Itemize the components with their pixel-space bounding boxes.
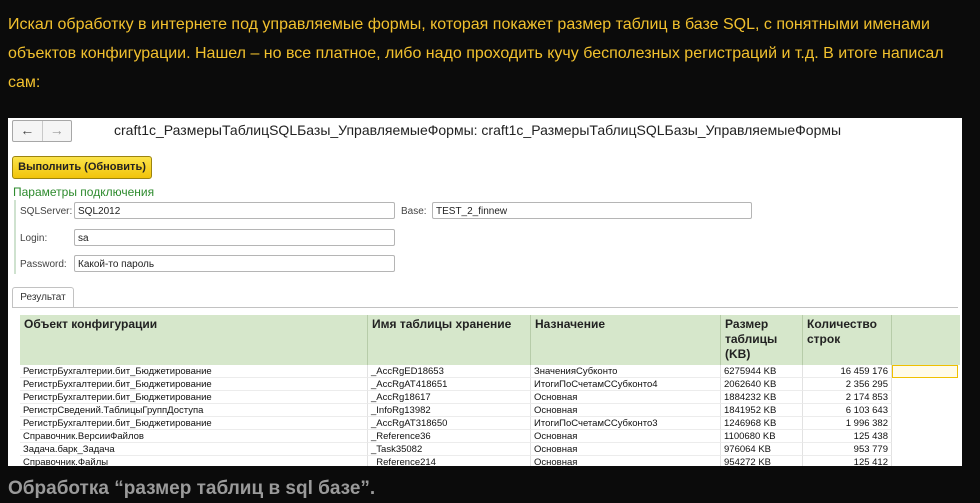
- back-arrow-icon[interactable]: ←: [13, 121, 42, 141]
- cell-object: РегистрБухгалтерии.бит_Бюджетирование: [20, 417, 368, 430]
- cell-rows: 125 438: [803, 430, 892, 443]
- cell-rows: 125 412: [803, 456, 892, 466]
- table-row[interactable]: РегистрБухгалтерии.бит_Бюджетирование _A…: [20, 417, 960, 430]
- cell-table-name: _Reference36: [368, 430, 531, 443]
- connection-group-title: Параметры подключения: [13, 185, 155, 199]
- navigation-buttons: ← →: [12, 120, 72, 142]
- article-paragraph: Искал обработку в интернете под управляе…: [8, 16, 944, 91]
- cell-table-name: _AccRg18617: [368, 391, 531, 404]
- cell-purpose: Основная: [531, 443, 721, 456]
- selected-cell[interactable]: [892, 365, 958, 378]
- tab-result[interactable]: Результат: [12, 287, 74, 308]
- cell-size: 6275944 KB: [721, 365, 803, 378]
- group-divider: [14, 200, 16, 274]
- window-titlebar: ← → craft1c_РазмерыТаблицSQLБазы_Управля…: [8, 118, 962, 144]
- cell-object: Справочник.ВерсииФайлов: [20, 430, 368, 443]
- column-header-rows[interactable]: Количество строк: [803, 315, 892, 365]
- cell-size: 1246968 KB: [721, 417, 803, 430]
- column-header-purpose[interactable]: Назначение: [531, 315, 721, 365]
- cell-rows: 2 174 853: [803, 391, 892, 404]
- cell-object: РегистрБухгалтерии.бит_Бюджетирование: [20, 365, 368, 378]
- cell-table-name: _Task35082: [368, 443, 531, 456]
- login-field[interactable]: sa: [74, 229, 395, 246]
- table-row[interactable]: РегистрБухгалтерии.бит_Бюджетирование _A…: [20, 378, 960, 391]
- column-header-table-name[interactable]: Имя таблицы хранение: [368, 315, 531, 365]
- login-label: Login:: [20, 233, 48, 244]
- cell-size: 954272 KB: [721, 456, 803, 466]
- column-header-empty: [892, 315, 960, 365]
- table-row[interactable]: РегистрБухгалтерии.бит_Бюджетирование _A…: [20, 365, 960, 378]
- cell-purpose: ИтогиПоСчетамССубконто3: [531, 417, 721, 430]
- cell-table-name: _Reference214: [368, 456, 531, 466]
- cell-rows: 1 996 382: [803, 417, 892, 430]
- cell-table-name: _InfoRg13982: [368, 404, 531, 417]
- cell-size: 1884232 KB: [721, 391, 803, 404]
- cell-purpose: Основная: [531, 404, 721, 417]
- tab-divider: [12, 307, 958, 308]
- cell-object: РегистрБухгалтерии.бит_Бюджетирование: [20, 378, 368, 391]
- column-header-size[interactable]: Размер таблицы (KB): [721, 315, 803, 365]
- table-row[interactable]: Задача.барк_Задача _Task35082 Основная 9…: [20, 443, 960, 456]
- cell-object: РегистрБухгалтерии.бит_Бюджетирование: [20, 391, 368, 404]
- cell-size: 2062640 KB: [721, 378, 803, 391]
- cell-purpose: Основная: [531, 430, 721, 443]
- base-field[interactable]: TEST_2_finnew: [432, 202, 752, 219]
- cell-object: Справочник.Файлы: [20, 456, 368, 466]
- table-row[interactable]: РегистрБухгалтерии.бит_Бюджетирование _A…: [20, 391, 960, 404]
- password-label: Password:: [20, 259, 67, 270]
- table-row[interactable]: Справочник.ВерсииФайлов _Reference36 Осн…: [20, 430, 960, 443]
- cell-size: 976064 KB: [721, 443, 803, 456]
- cell-rows: 16 459 176: [803, 365, 892, 378]
- cell-purpose: ЗначенияСубконто: [531, 365, 721, 378]
- cell-object: Задача.барк_Задача: [20, 443, 368, 456]
- table-row[interactable]: Справочник.Файлы _Reference214 Основная …: [20, 456, 960, 466]
- image-caption: Обработка “размер таблиц в sql базе”.: [8, 478, 376, 499]
- cell-purpose: Основная: [531, 456, 721, 466]
- screenshot-window: ← → craft1c_РазмерыТаблицSQLБазы_Управля…: [8, 118, 962, 466]
- cell-rows: 2 356 295: [803, 378, 892, 391]
- password-field[interactable]: Какой-то пароль: [74, 255, 395, 272]
- base-label: Base:: [401, 206, 427, 217]
- sqlserver-label: SQLServer:: [20, 206, 73, 217]
- run-refresh-button[interactable]: Выполнить (Обновить): [12, 156, 152, 179]
- cell-table-name: _AccRgED18653: [368, 365, 531, 378]
- cell-table-name: _AccRgAT318650: [368, 417, 531, 430]
- cell-table-name: _AccRgAT418651: [368, 378, 531, 391]
- cell-rows: 6 103 643: [803, 404, 892, 417]
- cell-object: РегистрСведений.ТаблицыГруппДоступа: [20, 404, 368, 417]
- cell-size: 1841952 KB: [721, 404, 803, 417]
- window-title: craft1c_РазмерыТаблицSQLБазы_Управляемые…: [114, 122, 842, 138]
- table-row[interactable]: РегистрСведений.ТаблицыГруппДоступа _Inf…: [20, 404, 960, 417]
- cell-size: 1100680 KB: [721, 430, 803, 443]
- cell-purpose: ИтогиПоСчетамССубконто4: [531, 378, 721, 391]
- column-header-object[interactable]: Объект конфигурации: [20, 315, 368, 365]
- cell-rows: 953 779: [803, 443, 892, 456]
- sqlserver-field[interactable]: SQL2012: [74, 202, 395, 219]
- cell-purpose: Основная: [531, 391, 721, 404]
- forward-arrow-icon[interactable]: →: [41, 121, 72, 141]
